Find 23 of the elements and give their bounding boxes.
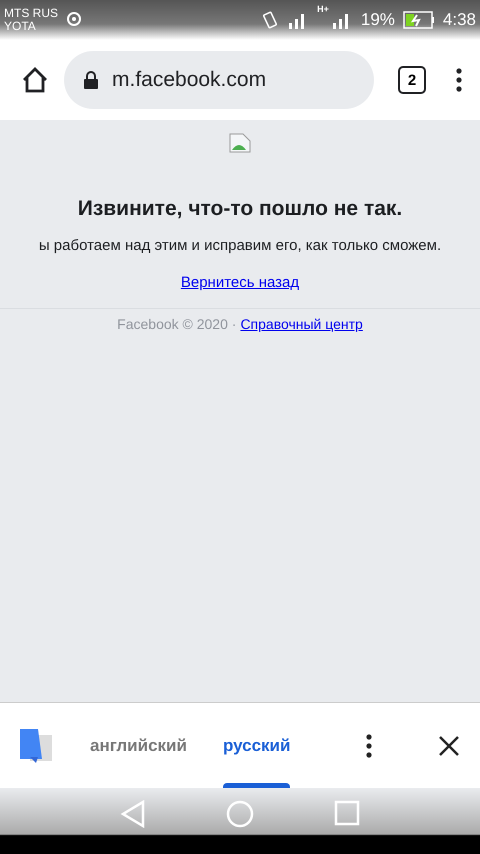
url-text: m.facebook.com: [112, 68, 266, 92]
error-heading: Извините, что-то пошло не так.: [78, 197, 402, 221]
lock-icon: [84, 71, 98, 89]
battery-icon: [402, 11, 435, 29]
more-menu-icon[interactable]: [456, 68, 462, 92]
network-type: H+: [317, 4, 329, 14]
carrier-name: YOTA: [4, 20, 37, 33]
language-tab[interactable]: английский: [90, 703, 187, 788]
hotspot-icon: [66, 11, 84, 29]
language-tab[interactable]: русский: [222, 703, 290, 788]
error-message: ы работаем над этим и исправим его, как только сможем.: [38, 237, 442, 254]
broken-image-icon: [229, 133, 251, 153]
go-back-link[interactable]: Вернитесь назад: [180, 274, 300, 291]
close-icon[interactable]: [438, 734, 460, 756]
address-bar[interactable]: m.facebook.com: [64, 51, 374, 109]
copyright-text: Facebook © 2020 ·: [117, 316, 236, 332]
clock: 4:38: [442, 10, 476, 30]
vibrate-icon: [261, 10, 280, 30]
more-menu-icon[interactable]: [366, 734, 372, 758]
carrier-name: MTS RUS: [4, 7, 58, 20]
tab-switcher-button[interactable]: 2: [398, 66, 426, 94]
help-center-link[interactable]: Справочный центр: [240, 316, 363, 332]
battery-percent: 19%: [360, 10, 395, 30]
